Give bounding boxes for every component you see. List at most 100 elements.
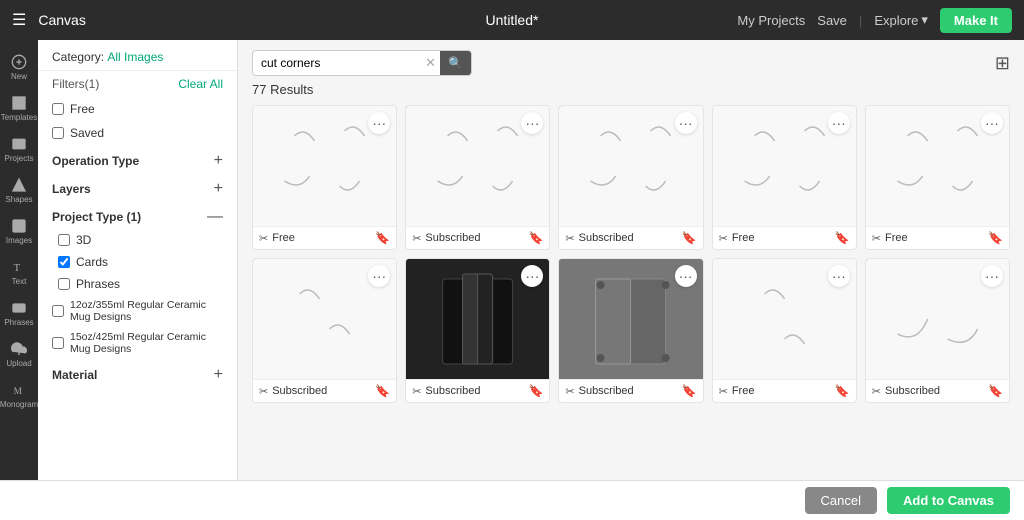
cards-checkbox[interactable]: [58, 256, 70, 268]
card-price: Subscribed: [425, 232, 480, 244]
bookmark-icon[interactable]: 🔖: [375, 384, 390, 398]
bookmark-icon[interactable]: 🔖: [528, 384, 543, 398]
sidebar-item-images[interactable]: Images: [1, 212, 37, 251]
sidebar-item-upload[interactable]: Upload: [1, 335, 37, 374]
free-checkbox[interactable]: [52, 103, 64, 115]
template-card[interactable]: a ··· ✂ Subscribed 🔖: [865, 258, 1010, 403]
mug355-checkbox[interactable]: [52, 305, 64, 317]
cut-icon: ✂: [259, 232, 268, 245]
card-more-button[interactable]: ···: [981, 265, 1003, 287]
mug425-checkbox[interactable]: [52, 337, 64, 349]
operation-type-expand[interactable]: +: [214, 153, 223, 169]
hamburger-icon[interactable]: ☰: [12, 10, 26, 30]
makeit-button[interactable]: Make It: [940, 8, 1012, 33]
divider: |: [859, 13, 862, 28]
card-more-button[interactable]: ···: [981, 112, 1003, 134]
bookmark-icon[interactable]: 🔖: [988, 231, 1003, 245]
template-card[interactable]: ··· ✂ Free 🔖: [712, 105, 857, 250]
cut-icon: ✂: [719, 385, 728, 398]
card-price: Free: [885, 232, 908, 244]
template-card[interactable]: ··· ✂ Free 🔖: [865, 105, 1010, 250]
free-label: Free: [70, 102, 95, 116]
svg-text:T: T: [14, 263, 21, 274]
template-card[interactable]: ··· ✂ Free 🔖: [712, 258, 857, 403]
project-type-collapse[interactable]: —: [207, 209, 223, 225]
bookmark-icon[interactable]: 🔖: [682, 384, 697, 398]
template-card[interactable]: a ··· ✂ Subscribed: [558, 258, 703, 403]
phrases-checkbox[interactable]: [58, 278, 70, 290]
sidebar-item-new[interactable]: New: [1, 48, 37, 87]
filter-row: Filters(1) Clear All: [38, 70, 237, 97]
results-count: 77 Results: [238, 82, 1024, 105]
document-title: Untitled*: [486, 12, 539, 28]
chevron-down-icon: ▾: [921, 12, 928, 28]
cut-icon: ✂: [259, 385, 268, 398]
card-price: Subscribed: [425, 385, 480, 397]
search-input-wrap: ✕ 🔍: [252, 50, 472, 76]
sidebar-item-shapes[interactable]: Shapes: [1, 171, 37, 210]
item-cards: Cards: [38, 251, 237, 273]
item-3d: 3D: [38, 229, 237, 251]
card-price: Subscribed: [272, 385, 327, 397]
content-area: ✕ 🔍 ⊞ 77 Results ··· ✂ Free 🔖: [238, 40, 1024, 480]
cancel-button[interactable]: Cancel: [805, 487, 877, 514]
search-clear-button[interactable]: ✕: [421, 55, 440, 71]
bookmark-icon[interactable]: 🔖: [835, 384, 850, 398]
material-expand[interactable]: +: [214, 367, 223, 383]
item-mug-425: 15oz/425ml Regular Ceramic Mug Designs: [38, 327, 237, 359]
saved-label: Saved: [70, 126, 104, 140]
layers-expand[interactable]: +: [214, 181, 223, 197]
sidebar-item-templates[interactable]: Templates: [1, 89, 37, 128]
card-more-button[interactable]: ···: [828, 265, 850, 287]
template-card[interactable]: a ··· ✂ Subscribed 🔖: [405, 105, 550, 250]
category-header: Category: All Images: [38, 40, 237, 70]
card-price: Subscribed: [579, 232, 634, 244]
card-price: Free: [732, 385, 755, 397]
layers-header: Layers +: [38, 173, 237, 201]
sidebar-item-text[interactable]: T Text: [1, 253, 37, 292]
material-header: Material +: [38, 359, 237, 387]
card-more-button[interactable]: ···: [828, 112, 850, 134]
sidebar-item-projects[interactable]: Projects: [1, 130, 37, 169]
item-mug-355: 12oz/355ml Regular Ceramic Mug Designs: [38, 295, 237, 327]
clear-all-button[interactable]: Clear All: [178, 77, 223, 91]
bookmark-icon[interactable]: 🔖: [988, 384, 1003, 398]
add-to-canvas-button[interactable]: Add to Canvas: [887, 487, 1010, 514]
cut-icon: ✂: [412, 232, 421, 245]
search-bar-row: ✕ 🔍 ⊞: [238, 40, 1024, 82]
saved-checkbox[interactable]: [52, 127, 64, 139]
bottom-bar: Cancel Add to Canvas: [0, 480, 1024, 520]
card-price: Free: [272, 232, 295, 244]
search-input[interactable]: [253, 51, 421, 75]
cut-icon: ✂: [412, 385, 421, 398]
save-button[interactable]: Save: [817, 13, 847, 28]
bookmark-icon[interactable]: 🔖: [375, 231, 390, 245]
card-price: Subscribed: [579, 385, 634, 397]
sidebar-item-monogram[interactable]: M Monogram: [1, 376, 37, 415]
explore-menu[interactable]: Explore ▾: [874, 12, 928, 28]
cut-icon: ✂: [872, 232, 881, 245]
bookmark-icon[interactable]: 🔖: [528, 231, 543, 245]
template-card[interactable]: a ··· ✂ Subscribed 🔖: [558, 105, 703, 250]
template-grid: ··· ✂ Free 🔖 a ··· ✂: [238, 105, 1024, 480]
template-card[interactable]: a ··· ✂ Subscribed 🔖: [405, 258, 550, 403]
template-card[interactable]: ··· ✂ Free 🔖: [252, 105, 397, 250]
my-projects-link[interactable]: My Projects: [737, 13, 805, 28]
card-price: Subscribed: [885, 385, 940, 397]
icon-sidebar: New Templates Projects Shapes Images T T…: [0, 40, 38, 480]
svg-text:M: M: [14, 387, 23, 397]
operation-type-header: Operation Type +: [38, 145, 237, 173]
search-button[interactable]: 🔍: [440, 51, 471, 75]
cut-icon: ✂: [565, 232, 574, 245]
3d-checkbox[interactable]: [58, 234, 70, 246]
sidebar-item-phrases[interactable]: Phrases: [1, 294, 37, 333]
card-price: Free: [732, 232, 755, 244]
cut-icon: ✂: [719, 232, 728, 245]
card-more-button[interactable]: ···: [675, 112, 697, 134]
template-card[interactable]: a ··· ✂ Subscribed 🔖: [252, 258, 397, 403]
project-type-header: Project Type (1) —: [38, 201, 237, 229]
grid-toggle-button[interactable]: ⊞: [995, 53, 1010, 74]
card-more-button[interactable]: ···: [675, 265, 697, 287]
bookmark-icon[interactable]: 🔖: [682, 231, 697, 245]
bookmark-icon[interactable]: 🔖: [835, 231, 850, 245]
